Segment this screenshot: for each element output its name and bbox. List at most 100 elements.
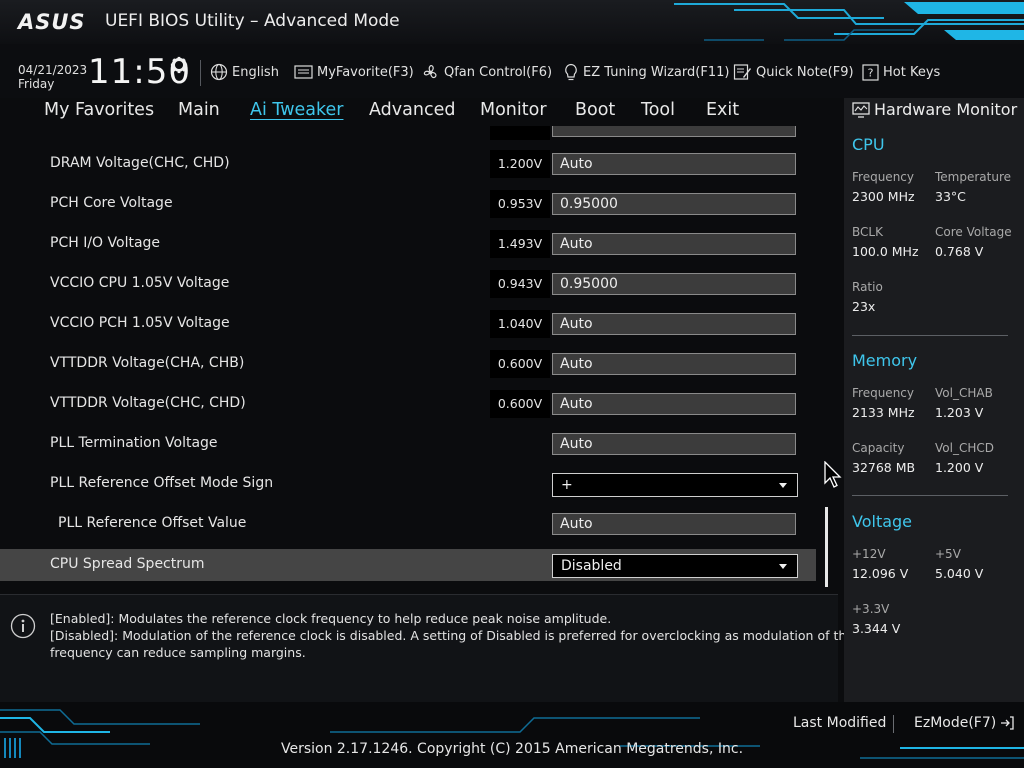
- divider: [893, 715, 894, 733]
- gear-icon[interactable]: [170, 56, 188, 74]
- row-field-partial: [552, 126, 796, 137]
- row-label: VCCIO PCH 1.05V Voltage: [50, 315, 230, 331]
- exit-arrow-icon: [1001, 716, 1014, 730]
- title-bar: ASUS UEFI BIOS Utility – Advanced Mode: [0, 0, 1024, 44]
- date: 04/21/2023: [18, 63, 88, 77]
- memory-capacity-label: Capacity: [852, 441, 905, 455]
- settings-row-vttddr-chc-chd[interactable]: VTTDDR Voltage(CHC, CHD) 0.600V Auto: [0, 388, 816, 420]
- row-reading: 0.600V: [490, 390, 550, 418]
- cpu-core-voltage-value: 0.768 V: [935, 244, 984, 259]
- voltage-3v3-value: 3.344 V: [852, 621, 901, 636]
- asus-logo: ASUS: [18, 10, 86, 34]
- circuit-decoration: [0, 709, 1024, 759]
- ez-tuning-wizard-button[interactable]: EZ Tuning Wizard(F11): [563, 62, 729, 82]
- row-value-field[interactable]: 0.95000: [552, 273, 796, 295]
- settings-row-vccio-cpu-voltage[interactable]: VCCIO CPU 1.05V Voltage 0.943V 0.95000: [0, 268, 816, 300]
- info-bar: 04/21/2023 Friday 11:50 English MyFavori…: [0, 44, 1024, 98]
- pll-offset-sign-dropdown[interactable]: +: [552, 473, 798, 497]
- row-label: VTTDDR Voltage(CHA, CHB): [50, 355, 245, 371]
- tab-main[interactable]: Main: [178, 100, 220, 120]
- language-button[interactable]: English: [210, 62, 279, 82]
- settings-row-vccio-pch-voltage[interactable]: VCCIO PCH 1.05V Voltage 1.040V Auto: [0, 308, 816, 340]
- settings-row-dram-voltage-chc-chd[interactable]: DRAM Voltage(CHC, CHD) 1.200V Auto: [0, 148, 816, 180]
- tab-boot[interactable]: Boot: [575, 100, 615, 120]
- memory-heading: Memory: [852, 351, 918, 370]
- footer: Last Modified EzMode(F7) Version 2.17.12…: [0, 702, 1024, 768]
- settings-row-partial: [0, 126, 816, 144]
- voltage-12v-value: 12.096 V: [852, 566, 909, 581]
- divider: [200, 60, 201, 86]
- divider: [852, 495, 1008, 496]
- cpu-ratio-label: Ratio: [852, 280, 883, 294]
- cpu-ratio-value: 23x: [852, 299, 876, 314]
- row-label: VTTDDR Voltage(CHC, CHD): [50, 395, 246, 411]
- settings-row-cpu-spread-spectrum[interactable]: CPU Spread Spectrum Disabled: [0, 549, 816, 581]
- row-value-field[interactable]: 0.95000: [552, 193, 796, 215]
- settings-row-pll-offset-value[interactable]: PLL Reference Offset Value Auto: [0, 508, 816, 540]
- row-reading: 0.943V: [490, 270, 550, 298]
- row-reading: 1.493V: [490, 230, 550, 258]
- settings-row-pch-io-voltage[interactable]: PCH I/O Voltage 1.493V Auto: [0, 228, 816, 260]
- memory-frequency-label: Frequency: [852, 386, 914, 400]
- row-label: PLL Termination Voltage: [50, 435, 218, 451]
- row-reading: 1.040V: [490, 310, 550, 338]
- row-value-field[interactable]: Auto: [552, 153, 796, 175]
- mouse-cursor-icon: [824, 461, 842, 488]
- cpu-spread-spectrum-dropdown[interactable]: Disabled: [552, 554, 798, 578]
- help-text-line: [Disabled]: Modulation of the reference …: [50, 628, 891, 643]
- settings-row-pch-core-voltage[interactable]: PCH Core Voltage 0.953V 0.95000: [0, 188, 816, 220]
- settings-row-pll-termination-voltage[interactable]: PLL Termination Voltage Auto: [0, 428, 816, 460]
- globe-icon: [210, 63, 228, 81]
- ezmode-label: EzMode(F7): [914, 715, 997, 731]
- qfan-control-label: Qfan Control(F6): [444, 64, 553, 80]
- cpu-frequency-label: Frequency: [852, 170, 914, 184]
- tab-exit[interactable]: Exit: [706, 100, 739, 120]
- dropdown-value: +: [561, 477, 573, 493]
- help-text-line: [Enabled]: Modulates the reference clock…: [50, 611, 612, 626]
- cpu-bclk-label: BCLK: [852, 225, 883, 239]
- row-value-field[interactable]: Auto: [552, 233, 796, 255]
- myfavorite-button[interactable]: MyFavorite(F3): [294, 62, 414, 82]
- note-icon: [733, 64, 751, 80]
- quick-note-button[interactable]: Quick Note(F9): [733, 62, 854, 82]
- language-label: English: [232, 64, 279, 80]
- menu-bar: My Favorites Main Ai Tweaker Advanced Mo…: [0, 98, 838, 126]
- dropdown-value: Disabled: [561, 558, 622, 574]
- app-title: UEFI BIOS Utility – Advanced Mode: [105, 11, 400, 31]
- hardware-monitor-title: Hardware Monitor: [852, 100, 1017, 119]
- voltage-3v3-label: +3.3V: [852, 602, 890, 616]
- info-icon: [10, 613, 36, 639]
- tab-my-favorites[interactable]: My Favorites: [44, 100, 154, 120]
- settings-row-vttddr-cha-chb[interactable]: VTTDDR Voltage(CHA, CHB) 0.600V Auto: [0, 348, 816, 380]
- fan-icon: [423, 64, 437, 78]
- row-value-field[interactable]: Auto: [552, 433, 796, 455]
- tab-ai-tweaker[interactable]: Ai Tweaker: [250, 100, 343, 120]
- row-value-field[interactable]: Auto: [552, 353, 796, 375]
- tab-monitor[interactable]: Monitor: [480, 100, 547, 120]
- ezmode-button[interactable]: EzMode(F7): [914, 715, 1015, 731]
- memory-capacity-value: 32768 MB: [852, 460, 916, 475]
- row-value-field[interactable]: Auto: [552, 513, 796, 535]
- qfan-control-button[interactable]: Qfan Control(F6): [421, 62, 552, 82]
- last-modified-button[interactable]: Last Modified: [793, 715, 886, 731]
- ez-tuning-wizard-label: EZ Tuning Wizard(F11): [583, 64, 730, 80]
- memory-vol-chab-label: Vol_CHAB: [935, 386, 993, 400]
- cpu-bclk-value: 100.0 MHz: [852, 244, 919, 259]
- tab-advanced[interactable]: Advanced: [369, 100, 455, 120]
- tab-tool[interactable]: Tool: [641, 100, 675, 120]
- voltage-heading: Voltage: [852, 512, 913, 531]
- quick-note-label: Quick Note(F9): [756, 64, 854, 80]
- row-value-field[interactable]: Auto: [552, 393, 796, 415]
- row-reading-partial: [490, 126, 550, 140]
- hot-keys-label: Hot Keys: [883, 64, 941, 80]
- row-value-field[interactable]: Auto: [552, 313, 796, 335]
- voltage-5v-value: 5.040 V: [935, 566, 984, 581]
- hot-keys-button[interactable]: ? Hot Keys: [862, 62, 940, 82]
- row-label: PCH Core Voltage: [50, 195, 173, 211]
- hotkeys-icon: ?: [862, 63, 879, 81]
- scrollbar[interactable]: [825, 507, 828, 587]
- row-reading: 1.200V: [490, 150, 550, 178]
- settings-row-pll-offset-mode-sign[interactable]: PLL Reference Offset Mode Sign +: [0, 468, 816, 500]
- settings-list[interactable]: DRAM Voltage(CHC, CHD) 1.200V Auto PCH C…: [0, 126, 838, 592]
- row-label: DRAM Voltage(CHC, CHD): [50, 155, 230, 171]
